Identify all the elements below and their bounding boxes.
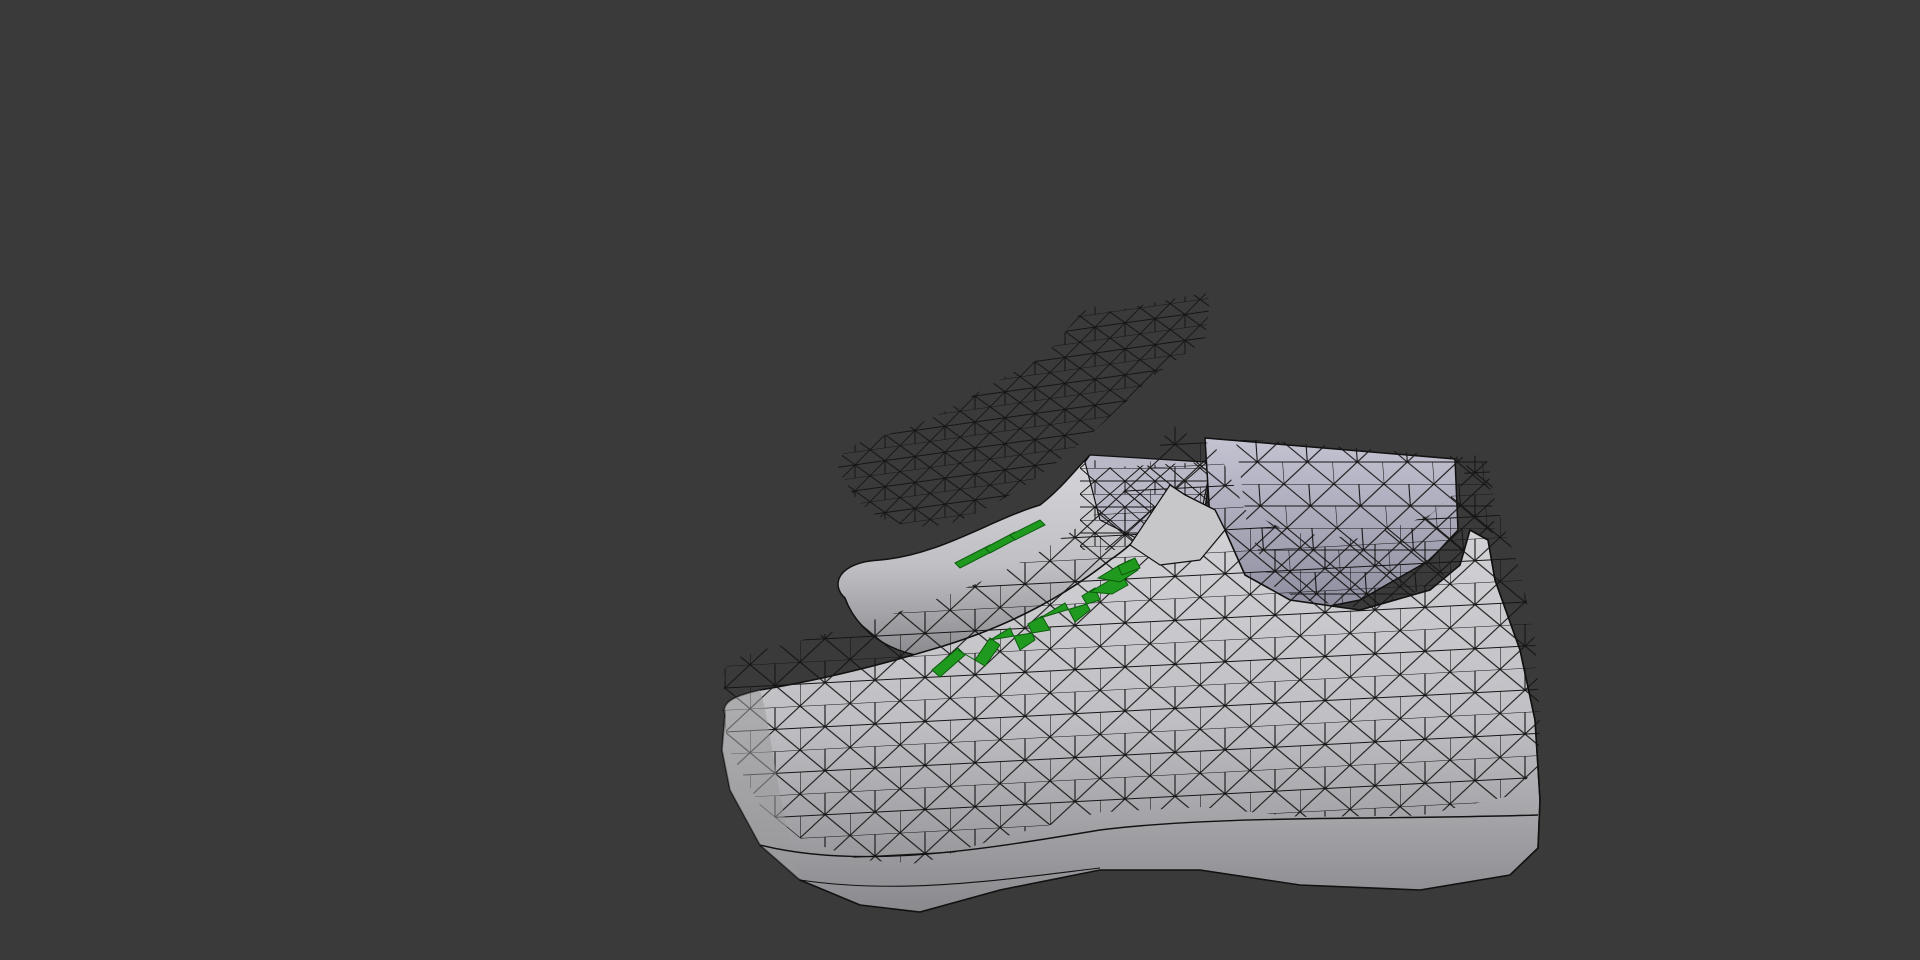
viewport-canvas[interactable]	[0, 0, 1920, 960]
3d-viewport[interactable]	[0, 0, 1920, 960]
